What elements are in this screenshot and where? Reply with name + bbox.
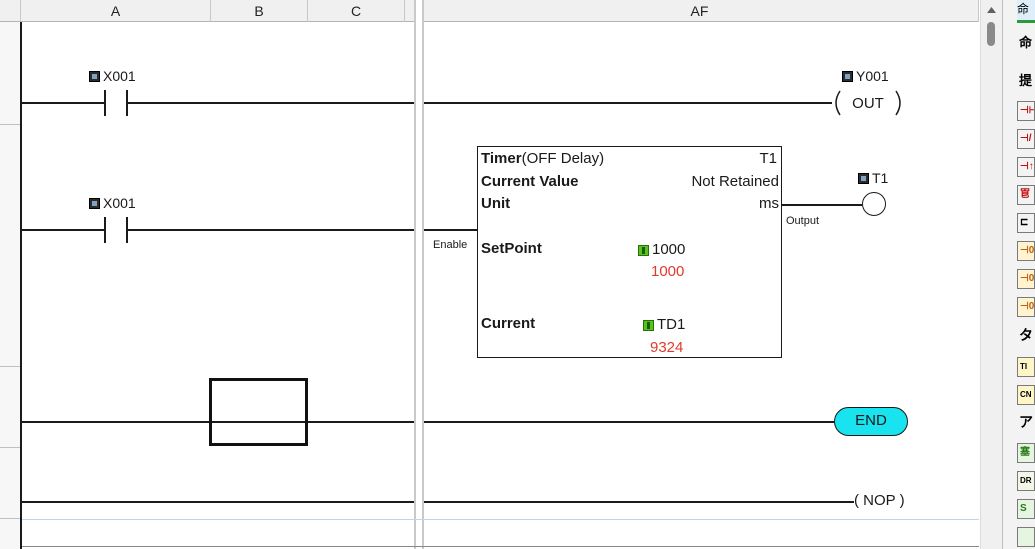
palette-item-12[interactable]: CN <box>1017 385 1035 405</box>
nop-instruction[interactable]: ( NOP ) <box>854 492 905 509</box>
gutter-tick <box>0 366 20 367</box>
coil-device-text: Y001 <box>856 68 889 84</box>
device-bit-icon <box>89 197 100 209</box>
end-label: END <box>855 412 887 429</box>
palette-item-15[interactable]: DR <box>1017 471 1035 491</box>
setpoint-operand[interactable]: 1000 <box>638 242 685 258</box>
rung2-contact-left-bar[interactable] <box>104 217 106 243</box>
setpoint-label: SetPoint <box>481 240 542 257</box>
palette-header-label: 命 <box>1017 2 1030 16</box>
instruction-palette[interactable]: 命 命 提 ⊣⊢ ⊣/⊢ ⊣↑⊢ 冟 ⊏ ⊣0⊢ ⊣0⊢ ⊣0⊢ タ TI CN… <box>1002 0 1035 549</box>
palette-item-16[interactable]: S <box>1017 499 1035 519</box>
rung2-wire-mid <box>128 229 414 231</box>
contact-label-x001-2: X001 <box>89 195 136 211</box>
device-bit-icon <box>858 172 869 184</box>
output-label: Output <box>786 215 820 227</box>
palette-item-17[interactable] <box>1017 527 1035 547</box>
palette-item-13[interactable]: ア <box>1017 413 1035 433</box>
output-coil-device: T1 <box>872 170 889 186</box>
column-header-a[interactable]: A <box>21 0 211 22</box>
rung1-wire-right <box>424 102 832 104</box>
palette-item-2[interactable]: ⊣⊢ <box>1017 101 1035 121</box>
end-instruction[interactable]: END <box>834 407 908 436</box>
column-header-c[interactable]: C <box>308 0 405 22</box>
rung1-wire-left <box>22 102 104 104</box>
current-operand[interactable]: TD1 <box>643 317 685 333</box>
palette-item-6[interactable]: ⊏ <box>1017 213 1035 233</box>
bottom-rule <box>22 519 979 520</box>
current-value-setting: Not Retained <box>691 173 779 190</box>
unit-label: Unit <box>481 195 511 212</box>
device-bit-icon <box>89 70 100 82</box>
coil-label-y001: Y001 <box>842 68 889 84</box>
cell-cursor[interactable] <box>209 378 308 446</box>
enable-label: Enable <box>433 239 468 251</box>
gutter-tick <box>0 518 20 519</box>
ladder-editor[interactable]: A B C AF X001 Y001 OUT X001 Enable Timer… <box>0 0 979 549</box>
current-label: Current <box>481 315 536 332</box>
rung4-wire-left <box>22 501 414 503</box>
row-header-corner <box>0 0 21 22</box>
rung2-wire-left <box>22 229 104 231</box>
palette-item-14[interactable]: 塞 <box>1017 443 1035 463</box>
device-bit-icon <box>842 70 853 82</box>
current-device: TD1 <box>657 316 686 333</box>
row-gutter <box>0 22 21 549</box>
palette-item-11[interactable]: TI <box>1017 357 1035 377</box>
scroll-up-arrow-icon[interactable] <box>981 2 1002 18</box>
palette-item-3[interactable]: ⊣/⊢ <box>1017 129 1035 149</box>
split-divider[interactable] <box>414 0 424 549</box>
unit-value: ms <box>759 195 779 212</box>
palette-item-8[interactable]: ⊣0⊢ <box>1017 269 1035 289</box>
palette-item-9[interactable]: ⊣0⊢ <box>1017 297 1035 317</box>
timer-id: T1 <box>759 150 777 167</box>
rung1-wire-mid <box>128 102 414 104</box>
setpoint-live-value: 1000 <box>651 263 685 280</box>
current-live-value: 9324 <box>650 339 684 356</box>
palette-item-4[interactable]: ⊣↑⊢ <box>1017 157 1035 177</box>
palette-item-10[interactable]: タ <box>1017 326 1035 346</box>
rung2-wire-to-timer <box>424 229 477 231</box>
palette-item-5[interactable]: 冟 <box>1017 185 1035 205</box>
column-header-b[interactable]: B <box>211 0 308 22</box>
rung1-contact-left-bar[interactable] <box>104 90 106 116</box>
rung4-wire-right <box>424 501 854 503</box>
coil-label-t1: T1 <box>858 170 888 186</box>
out-coil[interactable]: OUT <box>830 90 906 116</box>
gutter-tick <box>0 124 20 125</box>
timer-title-row: Timer(OFF Delay) <box>481 150 604 167</box>
contact-device-text: X001 <box>103 195 136 211</box>
out-coil-label: OUT <box>852 94 884 112</box>
palette-item-7[interactable]: ⊣0⊢ <box>1017 241 1035 261</box>
setpoint-value: 1000 <box>652 241 686 258</box>
timer-title: Timer <box>481 150 522 167</box>
gutter-tick <box>0 447 20 448</box>
vertical-scrollbar[interactable] <box>980 0 1002 549</box>
palette-item-1[interactable]: 提 <box>1017 72 1035 92</box>
palette-item-0[interactable]: 命 <box>1017 34 1035 54</box>
contact-device-text: X001 <box>103 68 136 84</box>
current-value-label: Current Value <box>481 173 579 190</box>
contact-label-x001: X001 <box>89 68 136 84</box>
scrollbar-thumb[interactable] <box>987 22 995 46</box>
rung3-wire-right <box>424 421 836 423</box>
constant-value-icon <box>638 244 649 256</box>
palette-header[interactable]: 命 <box>1017 0 1035 23</box>
register-icon <box>643 319 654 331</box>
timer-function-block[interactable]: Timer(OFF Delay) T1 Current Value Not Re… <box>477 146 782 358</box>
timer-mode: (OFF Delay) <box>521 150 605 167</box>
output-coil-circle[interactable] <box>862 192 886 216</box>
timer-output-wire <box>782 204 862 206</box>
column-header-af[interactable]: AF <box>421 0 979 22</box>
bottom-rule <box>22 546 979 547</box>
